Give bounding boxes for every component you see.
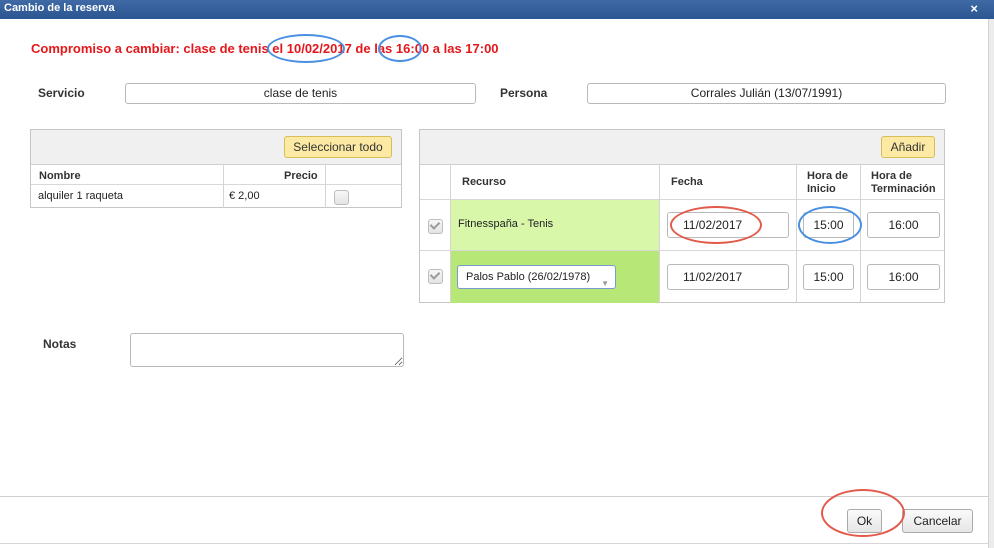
servicio-label: Servicio [38,86,85,100]
cancel-button[interactable]: Cancelar [902,509,973,533]
fecha-input[interactable]: 11/02/2017 [667,264,789,290]
hora-fin-input[interactable]: 16:00 [867,264,940,290]
close-icon[interactable]: × [970,0,978,18]
extra-checkbox[interactable] [334,190,349,205]
resource-select[interactable]: Palos Pablo (26/02/1978) ▼ [457,265,616,289]
servicio-field[interactable]: clase de tenis [125,83,476,104]
dialog-title-bar: Cambio de la reserva × [0,0,994,19]
hora-fin-input[interactable]: 16:00 [867,212,940,238]
column-header-nombre: Nombre [39,170,81,182]
column-header-fecha: Fecha [671,176,703,188]
ok-button[interactable]: Ok [847,509,882,533]
notas-label: Notas [43,337,77,351]
add-resource-button[interactable]: Añadir [881,136,935,158]
resources-panel: Añadir Recurso Fecha Hora de Inicio Hora… [419,129,945,303]
row-checkbox[interactable] [428,219,443,234]
row-checkbox[interactable] [428,269,443,284]
resource-name: Fitnesspaña - Tenis [458,218,554,230]
resources-toolbar [420,130,944,165]
persona-field[interactable]: Corrales Julián (13/07/1991) [587,83,946,104]
persona-label: Persona [500,86,548,100]
chevron-down-icon: ▼ [601,279,609,288]
column-header-hora-fin: Hora de Terminación [871,170,936,195]
select-all-button[interactable]: Seleccionar todo [284,136,392,158]
extra-nombre: alquiler 1 raqueta [38,190,124,202]
change-headline: Compromiso a cambiar: clase de tenis el … [31,41,499,56]
column-header-hora-inicio: Hora de Inicio [807,170,848,195]
notas-textarea[interactable] [130,333,404,367]
footer-divider [0,496,988,497]
extras-panel: Seleccionar todo Nombre Precio alquiler … [30,129,402,208]
column-header-precio: Precio [284,170,318,182]
scrollbar[interactable] [988,19,994,548]
hora-inicio-input[interactable]: 15:00 [803,264,854,290]
fecha-input[interactable]: 11/02/2017 [667,212,789,238]
extra-precio: € 2,00 [229,190,260,202]
column-header-recurso: Recurso [462,176,507,188]
hora-inicio-input[interactable]: 15:00 [803,212,854,238]
dialog-title: Cambio de la reserva [4,2,115,14]
